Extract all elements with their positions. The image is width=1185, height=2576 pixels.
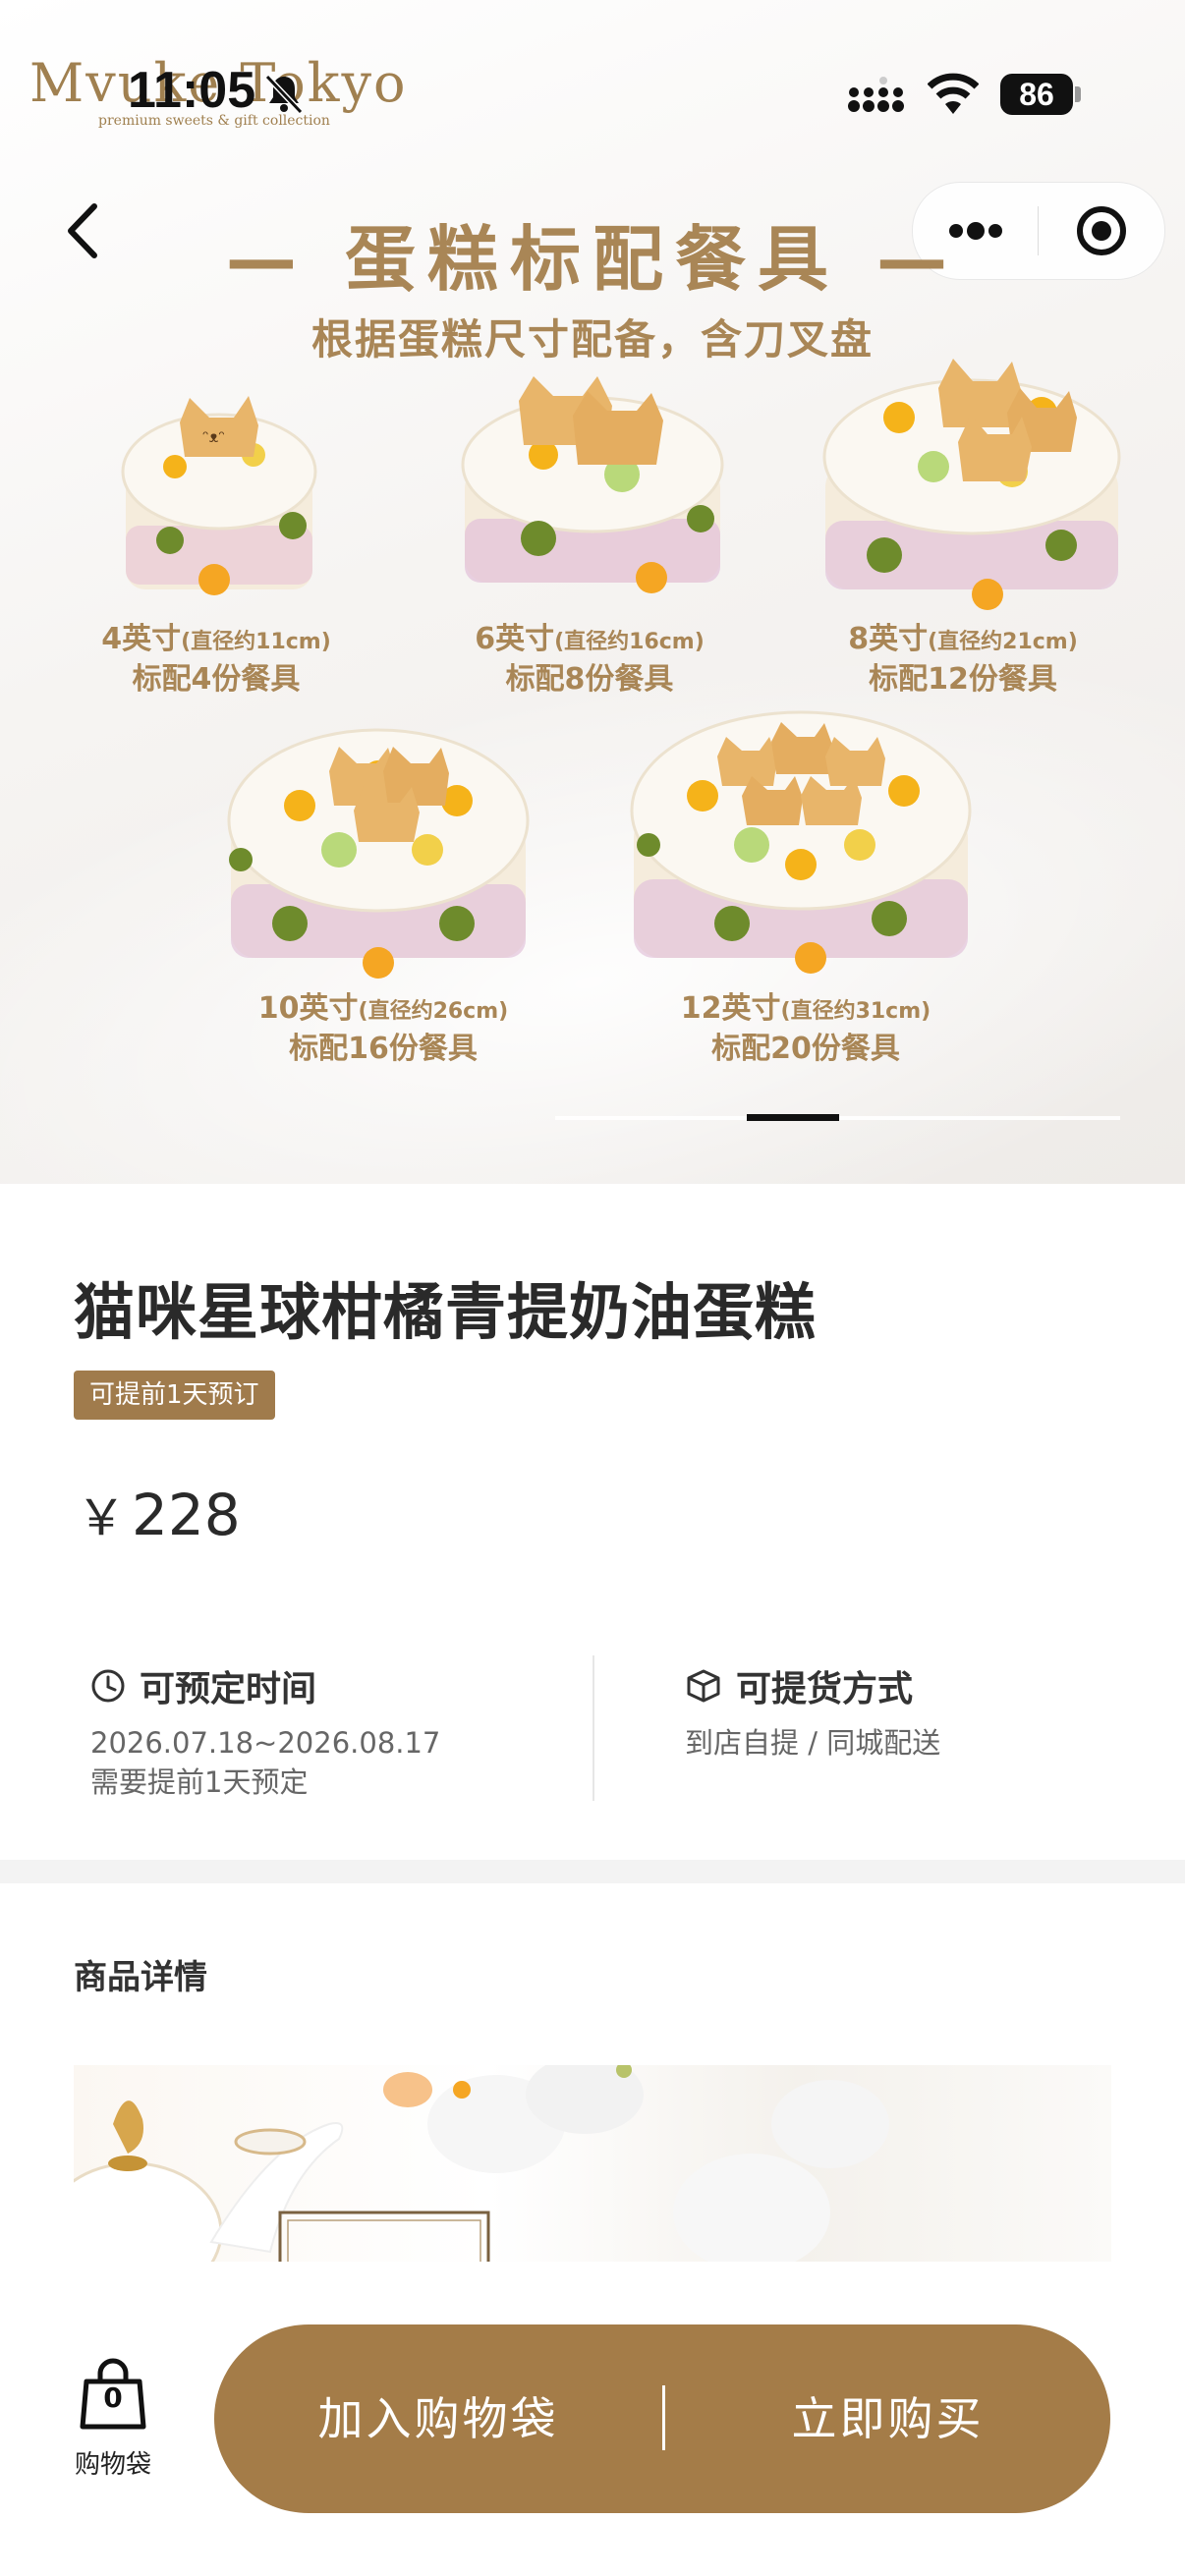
cake-image-10in xyxy=(227,728,530,979)
cake-size-label: 6英寸(直径约16cm) 标配8份餐具 xyxy=(475,622,705,697)
cake-image-4in: ᵔᴥᵔ xyxy=(121,396,317,595)
hero-title: — 蛋糕标配餐具 — xyxy=(225,218,960,301)
product-price: ￥ 228 xyxy=(77,1479,241,1549)
detail-image xyxy=(74,2065,1111,2262)
cake-size-label: 12英寸(直径约31cm) 标配20份餐具 xyxy=(680,991,931,1066)
svg-text:ᵔᴥᵔ: ᵔᴥᵔ xyxy=(202,427,225,446)
cake-image-6in xyxy=(461,376,724,593)
cake-image-8in xyxy=(822,359,1121,610)
wifi-icon xyxy=(928,73,979,114)
buy-now-button[interactable]: 立即购买 xyxy=(665,2324,1110,2513)
bottom-action-bar: 0 购物袋 加入购物袋 立即购买 xyxy=(0,2262,1185,2576)
booking-note: 需要提前1天预定 xyxy=(90,1765,309,1799)
add-to-bag-button[interactable]: 加入购物袋 xyxy=(214,2324,662,2513)
pickup-methods: 到店自提 / 同城配送 xyxy=(685,1726,941,1760)
signal-icon xyxy=(848,77,904,112)
action-pill: 加入购物袋 立即购买 xyxy=(214,2324,1110,2513)
carousel-pager-active xyxy=(747,1114,839,1121)
info-divider xyxy=(592,1655,594,1801)
details-title: 商品详情 xyxy=(74,1958,207,1997)
booking-time-label: 可预定时间 xyxy=(140,1669,317,1709)
bag-count: 0 xyxy=(103,2381,123,2414)
status-time: 11:05 xyxy=(128,62,256,119)
preorder-badge: 可提前1天预订 xyxy=(74,1371,275,1420)
pickup-method-label: 可提货方式 xyxy=(736,1669,914,1709)
cake-image-12in xyxy=(630,710,972,974)
booking-date-range: 2026.07.18~2026.08.17 xyxy=(90,1726,441,1760)
clock-icon xyxy=(91,1669,125,1703)
product-image-carousel[interactable]: Mvuke Tokyo premium sweets & gift collec… xyxy=(0,0,1185,1184)
pickup-method-block: 可提货方式 到店自提 / 同城配送 xyxy=(685,1660,940,1763)
price-value: 228 xyxy=(132,1482,241,1548)
bag-label[interactable]: 购物袋 xyxy=(59,2444,167,2481)
battery-indicator: 86 xyxy=(1000,74,1073,115)
cake-size-label: 8英寸(直径约21cm) 标配12份餐具 xyxy=(848,622,1078,697)
currency-symbol: ￥ xyxy=(77,1489,126,1546)
package-icon xyxy=(687,1669,720,1703)
cake-size-label: 4英寸(直径约11cm) 标配4份餐具 xyxy=(101,622,331,697)
cake-size-label: 10英寸(直径约26cm) 标配16份餐具 xyxy=(257,991,509,1066)
battery-cap xyxy=(1075,86,1081,102)
product-title: 猫咪星球柑橘青提奶油蛋糕 xyxy=(74,1276,818,1348)
booking-time-block: 可预定时间 2026.07.18~2026.08.17 需要提前1天预定 xyxy=(90,1660,440,1802)
teapot-illustration xyxy=(74,2065,889,2262)
bell-muted-icon xyxy=(264,74,304,115)
section-divider xyxy=(0,1860,1185,1883)
